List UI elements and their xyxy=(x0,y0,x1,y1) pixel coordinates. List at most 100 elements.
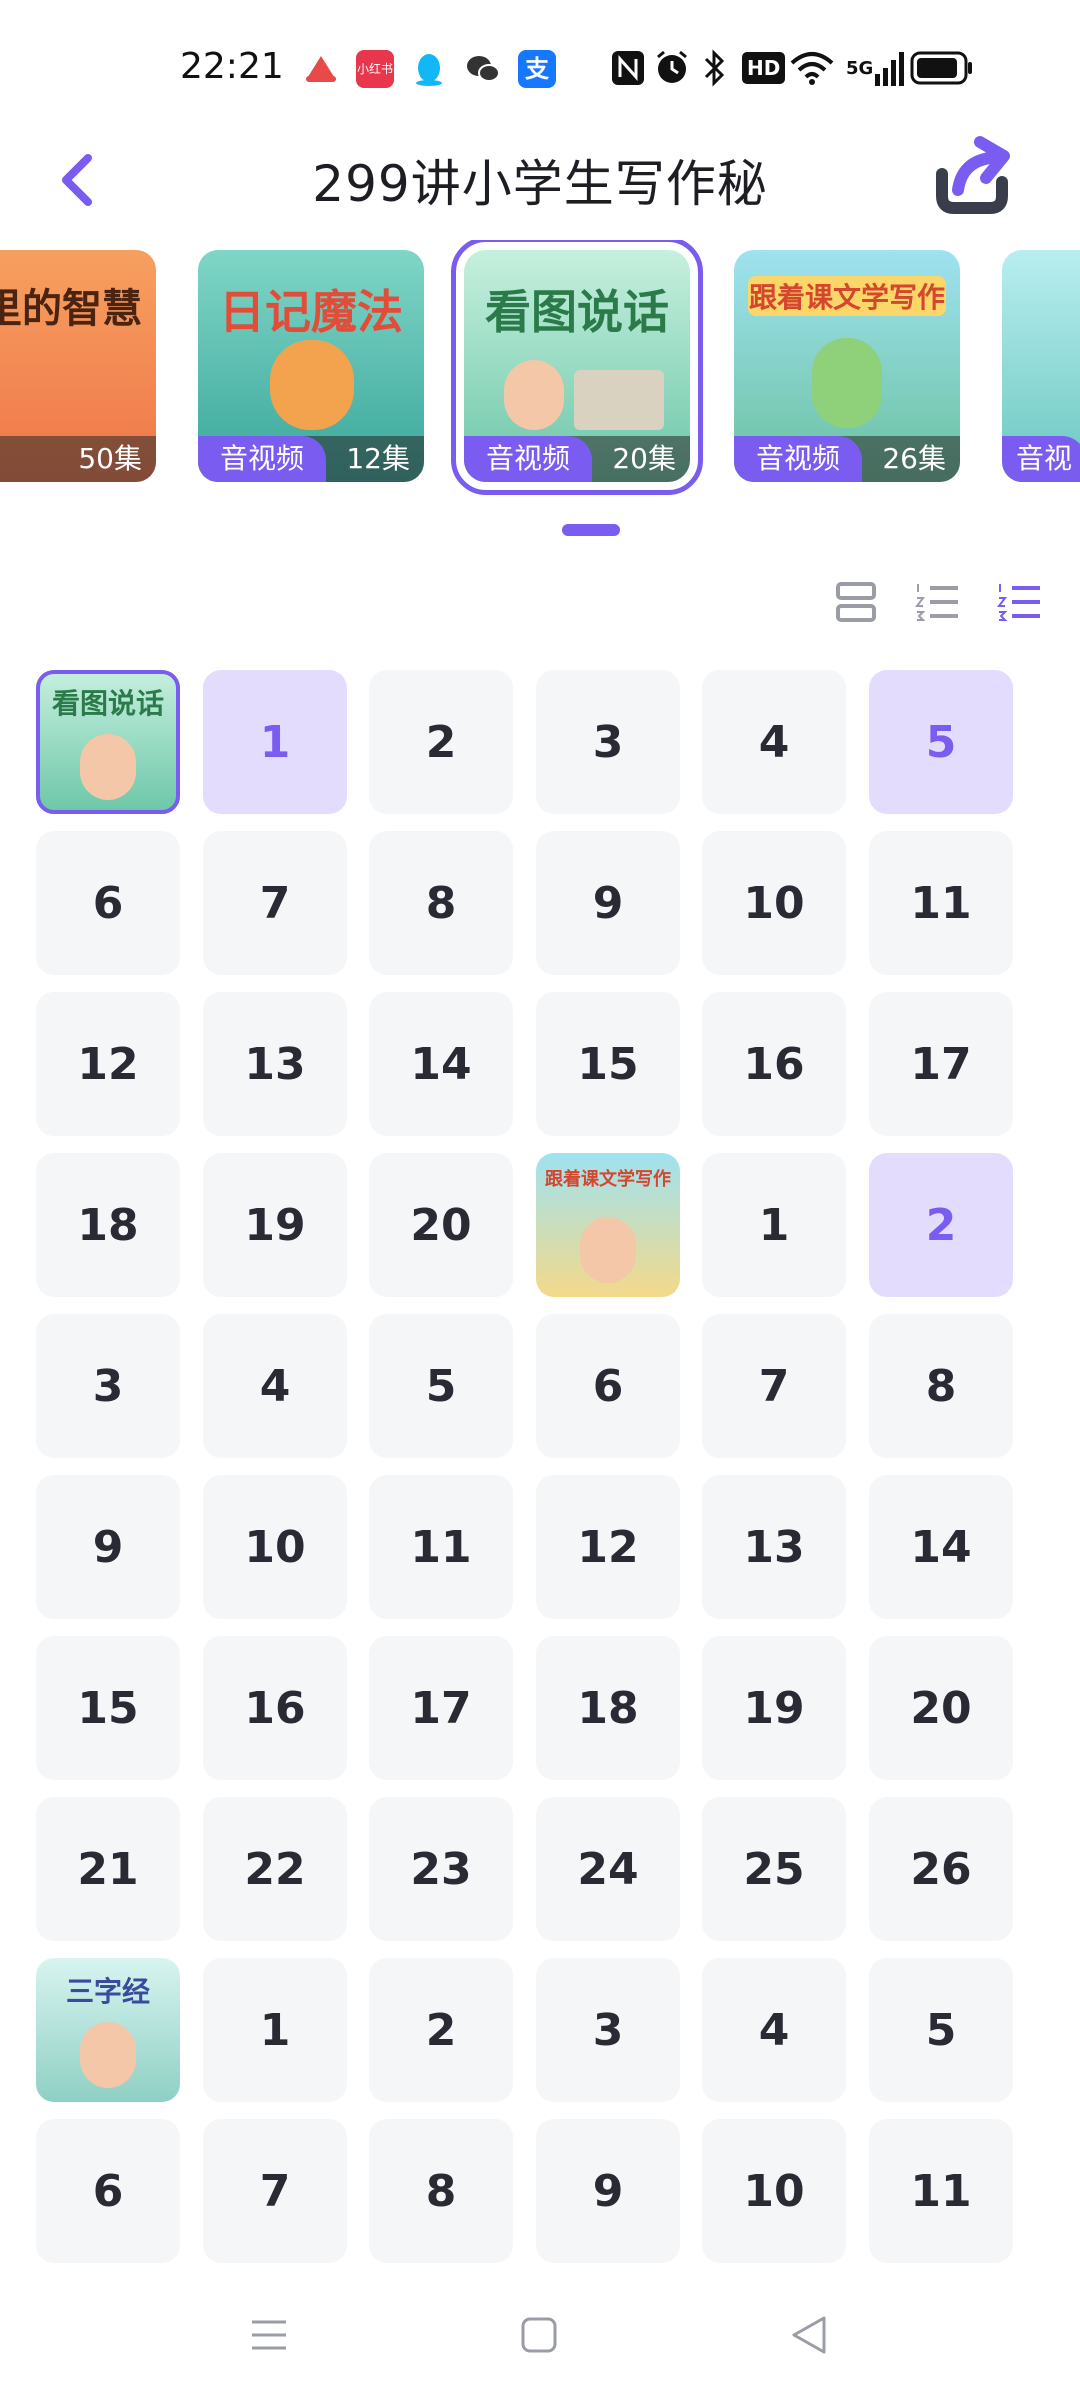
episode-cell[interactable]: 14 xyxy=(369,992,513,1136)
episode-cell-played[interactable]: 2 xyxy=(869,1153,1013,1297)
episode-cell[interactable]: 21 xyxy=(36,1797,180,1941)
alarm-icon xyxy=(654,48,690,88)
xiaohongshu-icon: 小红书 xyxy=(356,50,394,88)
course-thumbnail[interactable]: 看图说话 xyxy=(36,670,180,814)
episode-cell-played[interactable]: 1 xyxy=(203,670,347,814)
list-view-button[interactable] xyxy=(914,578,962,626)
course-card[interactable]: 嘉里的智慧 50集 xyxy=(0,250,156,482)
episode-cell[interactable]: 5 xyxy=(869,1958,1013,2102)
episode-cell[interactable]: 7 xyxy=(203,2119,347,2263)
course-card-selected[interactable]: 看图说话 音视频 20集 xyxy=(451,240,703,495)
episode-cell[interactable]: 8 xyxy=(369,2119,513,2263)
episode-cell-played[interactable]: 5 xyxy=(869,670,1013,814)
card-view-icon xyxy=(836,582,876,622)
episode-cell[interactable]: 13 xyxy=(203,992,347,1136)
episode-cell[interactable]: 12 xyxy=(536,1475,680,1619)
cartoon-character xyxy=(80,2022,136,2088)
thumbnail-title: 看图说话 xyxy=(51,687,164,720)
episode-cell[interactable]: 2 xyxy=(369,670,513,814)
episode-cell[interactable]: 10 xyxy=(203,1475,347,1619)
episode-cell[interactable]: 9 xyxy=(536,831,680,975)
grid-view-button[interactable] xyxy=(996,578,1044,626)
episode-cell[interactable]: 9 xyxy=(536,2119,680,2263)
qq-icon xyxy=(410,50,448,88)
episode-cell[interactable]: 13 xyxy=(702,1475,846,1619)
home-button[interactable] xyxy=(514,2310,564,2360)
episode-cell[interactable]: 19 xyxy=(702,1636,846,1780)
episode-cell[interactable]: 7 xyxy=(203,831,347,975)
episode-cell[interactable]: 20 xyxy=(369,1153,513,1297)
share-button[interactable] xyxy=(928,134,1018,218)
course-card[interactable]: 跟着课文学写作 音视频 26集 xyxy=(734,250,960,482)
episode-cell[interactable]: 18 xyxy=(36,1153,180,1297)
episode-cell[interactable]: 5 xyxy=(369,1314,513,1458)
episode-cell[interactable]: 3 xyxy=(36,1314,180,1458)
back-nav-button[interactable] xyxy=(784,2310,834,2360)
course-title: 跟着课文学写作 xyxy=(748,276,946,316)
episode-cell[interactable]: 2 xyxy=(369,1958,513,2102)
episode-cell[interactable]: 4 xyxy=(702,1958,846,2102)
episode-cell[interactable]: 6 xyxy=(36,831,180,975)
media-type-badge: 音视 xyxy=(1002,436,1080,482)
episode-cell[interactable]: 4 xyxy=(702,670,846,814)
course-card[interactable]: 音视 xyxy=(1002,250,1080,482)
castle-illustration xyxy=(574,370,664,430)
hd-label: HD xyxy=(742,52,786,84)
episode-cell[interactable]: 6 xyxy=(36,2119,180,2263)
cartoon-character xyxy=(270,340,354,430)
course-card[interactable]: 日记魔法 音视频 12集 xyxy=(198,250,424,482)
episode-cell[interactable]: 11 xyxy=(869,831,1013,975)
episode-cell[interactable]: 25 xyxy=(702,1797,846,1941)
course-carousel[interactable]: 嘉里的智慧 50集 日记魔法 音视频 12集 看图说话 音视频 20集 跟着课文… xyxy=(0,240,1080,510)
episode-cell[interactable]: 4 xyxy=(203,1314,347,1458)
episode-cell[interactable]: 24 xyxy=(536,1797,680,1941)
episode-cell[interactable]: 6 xyxy=(536,1314,680,1458)
episode-cell[interactable]: 10 xyxy=(702,2119,846,2263)
episode-cell[interactable]: 10 xyxy=(702,831,846,975)
episode-cell[interactable]: 17 xyxy=(869,992,1013,1136)
episode-cell[interactable]: 15 xyxy=(536,992,680,1136)
episode-cell[interactable]: 8 xyxy=(869,1314,1013,1458)
episode-cell[interactable]: 16 xyxy=(702,992,846,1136)
menu-button[interactable] xyxy=(244,2310,294,2360)
signal-icon: 5G xyxy=(846,48,905,88)
course-title: 看图说话 xyxy=(485,285,669,339)
episode-cell[interactable]: 9 xyxy=(36,1475,180,1619)
episode-cell[interactable]: 1 xyxy=(203,1958,347,2102)
episode-cell[interactable]: 1 xyxy=(702,1153,846,1297)
episode-cell[interactable]: 20 xyxy=(869,1636,1013,1780)
episode-cell[interactable]: 22 xyxy=(203,1797,347,1941)
episode-cell[interactable]: 18 xyxy=(536,1636,680,1780)
carousel-indicator xyxy=(562,524,620,536)
episode-count: 20集 xyxy=(612,442,676,475)
episode-cell[interactable]: 11 xyxy=(369,1475,513,1619)
episode-cell[interactable]: 8 xyxy=(369,831,513,975)
episode-cell[interactable]: 17 xyxy=(369,1636,513,1780)
course-thumbnail[interactable]: 跟着课文学写作 xyxy=(536,1153,680,1297)
episode-cell[interactable]: 3 xyxy=(536,1958,680,2102)
episode-cell[interactable]: 16 xyxy=(203,1636,347,1780)
episode-count: 12集 xyxy=(346,442,410,475)
episode-cell[interactable]: 23 xyxy=(369,1797,513,1941)
numbered-list-icon xyxy=(915,584,958,621)
episode-cell[interactable]: 15 xyxy=(36,1636,180,1780)
page-title: 299讲小学生写作秘 xyxy=(312,155,768,213)
media-type-badge: 音视频 xyxy=(198,436,327,482)
numbered-grid-icon xyxy=(997,584,1040,621)
course-thumbnail[interactable]: 三字经 xyxy=(36,1958,180,2102)
cartoon-character xyxy=(80,734,136,800)
wechat-icon xyxy=(464,50,502,88)
episode-cell[interactable]: 26 xyxy=(869,1797,1013,1941)
menu-icon xyxy=(252,2320,286,2350)
share-icon xyxy=(936,136,1010,214)
battery-icon xyxy=(910,48,974,88)
episode-cell[interactable]: 7 xyxy=(702,1314,846,1458)
bluetooth-icon xyxy=(702,48,726,88)
episode-cell[interactable]: 19 xyxy=(203,1153,347,1297)
card-view-button[interactable] xyxy=(832,578,880,626)
cartoon-character xyxy=(580,1217,636,1283)
episode-cell[interactable]: 3 xyxy=(536,670,680,814)
episode-cell[interactable]: 11 xyxy=(869,2119,1013,2263)
episode-cell[interactable]: 12 xyxy=(36,992,180,1136)
episode-cell[interactable]: 14 xyxy=(869,1475,1013,1619)
